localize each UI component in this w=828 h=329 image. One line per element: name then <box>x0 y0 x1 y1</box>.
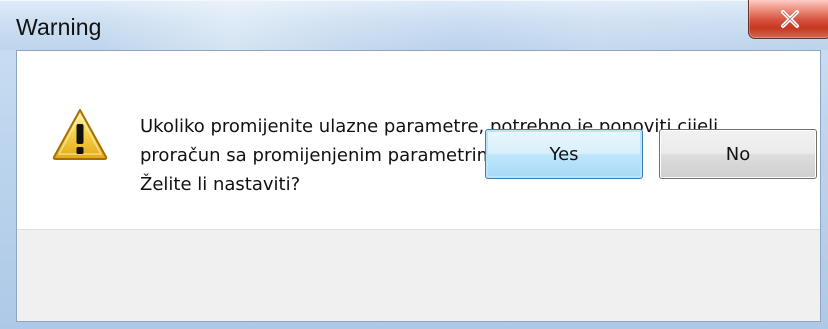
title-bar[interactable]: Warning <box>0 0 828 50</box>
yes-button[interactable]: Yes <box>485 129 643 179</box>
window-title: Warning <box>16 14 102 40</box>
warning-triangle-icon <box>52 109 108 160</box>
no-button[interactable]: No <box>659 129 817 179</box>
warning-dialog-window: Warning Ukoliko promijenite ulazne param… <box>0 0 828 329</box>
close-button[interactable] <box>748 0 828 39</box>
dialog-content: Ukoliko promijenite ulazne parametre, po… <box>16 50 821 322</box>
button-strip <box>17 229 820 321</box>
close-icon <box>781 9 799 28</box>
